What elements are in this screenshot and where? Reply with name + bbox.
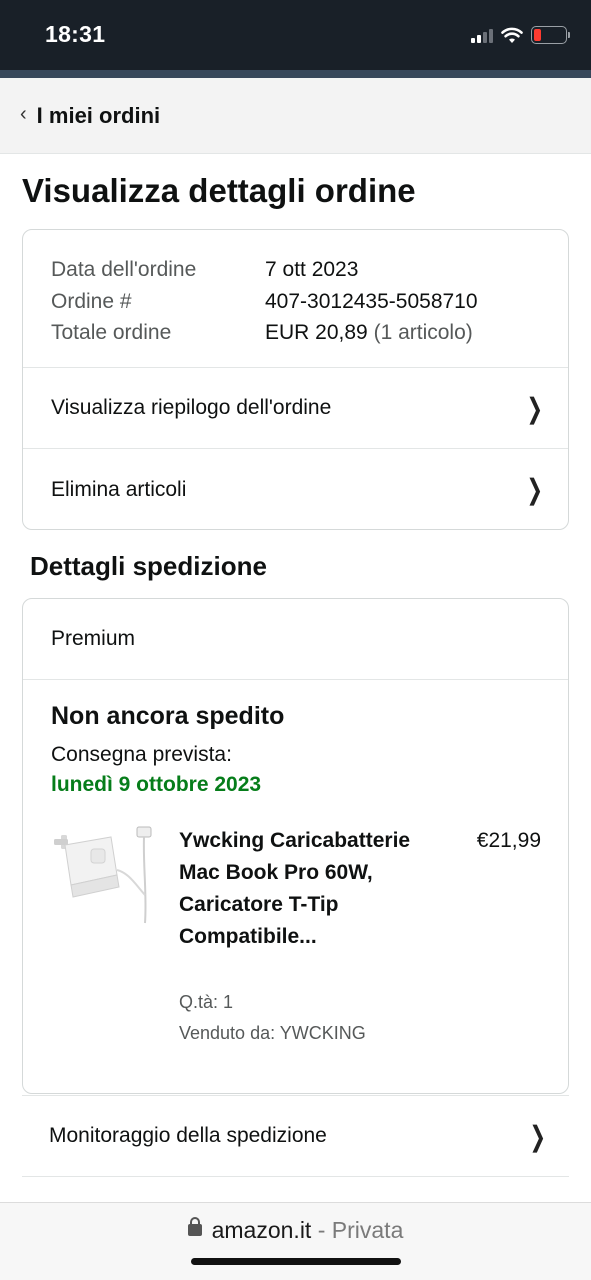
status-icons (471, 24, 570, 46)
page-title: Visualizza dettagli ordine (22, 172, 416, 209)
back-label: I miei ordini (36, 102, 161, 128)
order-info: Data dell'ordine 7 ott 2023 Ordine # 407… (23, 230, 568, 368)
charger-product-image[interactable] (51, 825, 156, 930)
wifi-icon (501, 27, 523, 43)
order-number-value: 407-3012435-5058710 (265, 289, 478, 313)
home-indicator[interactable] (191, 1258, 401, 1265)
chevron-right-icon: ❯ (529, 1120, 546, 1152)
order-total-label: Totale ordine (51, 321, 172, 344)
order-total-value: EUR 20,89 (1 articolo) (265, 317, 473, 349)
track-shipment-label: Monitoraggio della spedizione (49, 1124, 327, 1147)
view-order-summary-link[interactable]: Visualizza riepilogo dell'ordine ❯ (23, 368, 568, 449)
product-title-link[interactable]: Ywcking Caricabatterie Mac Book Pro 60W,… (179, 825, 411, 953)
chevron-right-icon: ❯ (526, 392, 543, 424)
order-date-label: Data dell'ordine (51, 258, 197, 281)
url-display[interactable]: amazon.it - Privata (0, 1216, 591, 1244)
shipping-section-title: Dettagli spedizione (30, 551, 267, 581)
product-quantity: Q.tà: 1 (179, 992, 234, 1012)
order-total-row: Totale ordine EUR 20,89 (1 articolo) (51, 317, 540, 349)
delivery-label: Consegna prevista: (51, 743, 232, 766)
order-number-label: Ordine # (51, 289, 132, 313)
order-date-value: 7 ott 2023 (265, 258, 359, 281)
battery-low-icon (531, 26, 570, 44)
delete-items-label: Elimina articoli (51, 477, 187, 501)
chevron-left-icon: ‹ (20, 103, 27, 125)
delete-items-link[interactable]: Elimina articoli ❯ (23, 449, 568, 529)
product-price: €21,99 (476, 829, 541, 852)
shipment-status: Non ancora spedito (51, 702, 285, 730)
order-item-count: (1 articolo) (373, 321, 473, 344)
browser-url-bar[interactable]: amazon.it - Privata (0, 1202, 591, 1280)
nav-strip (0, 70, 591, 78)
product-seller: Venduto da: YWCKING (179, 1023, 366, 1043)
status-time: 18:31 (45, 21, 106, 47)
shipping-type: Premium (23, 599, 568, 680)
back-to-orders-link[interactable]: ‹ I miei ordini (0, 78, 591, 154)
url-separator: - (311, 1217, 332, 1243)
shipment-card: Premium Non ancora spedito Consegna prev… (22, 598, 569, 1094)
status-bar: 18:31 (0, 0, 591, 70)
cellular-signal-icon (471, 27, 493, 43)
order-number-row: Ordine # 407-3012435-5058710 (51, 286, 540, 318)
track-shipment-link[interactable]: Monitoraggio della spedizione ❯ (22, 1095, 569, 1177)
view-order-summary-label: Visualizza riepilogo dell'ordine (51, 396, 332, 419)
lock-icon (187, 1216, 202, 1236)
order-summary-card: Data dell'ordine 7 ott 2023 Ordine # 407… (22, 229, 569, 530)
shipment-body: Non ancora spedito Consegna prevista: lu… (23, 680, 568, 1093)
delivery-date: lunedì 9 ottobre 2023 (51, 773, 262, 796)
order-total-amount: EUR 20,89 (265, 321, 368, 344)
url-domain: amazon.it (211, 1217, 312, 1243)
chevron-right-icon: ❯ (526, 474, 543, 505)
private-mode-label: Privata (331, 1217, 404, 1243)
order-date-row: Data dell'ordine 7 ott 2023 (51, 254, 540, 286)
battery-level (534, 29, 541, 41)
